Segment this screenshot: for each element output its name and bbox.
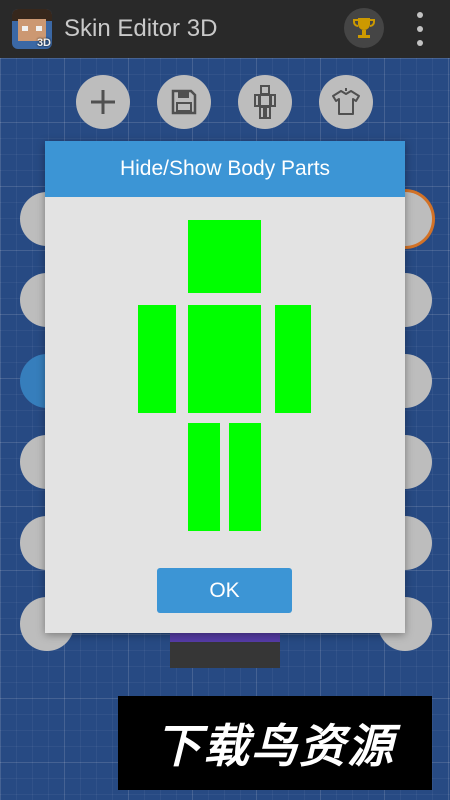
- body-parts-dialog: Hide/Show Body Parts OK: [45, 141, 405, 633]
- body-part-left-leg[interactable]: [229, 423, 261, 531]
- ok-button[interactable]: OK: [157, 568, 292, 613]
- body-part-right-leg[interactable]: [188, 423, 220, 531]
- body-part-head[interactable]: [188, 220, 261, 293]
- dialog-title: Hide/Show Body Parts: [45, 141, 405, 197]
- body-part-body[interactable]: [188, 305, 261, 413]
- body-part-right-arm[interactable]: [138, 305, 176, 413]
- watermark-text: 下载鸟资源: [155, 719, 395, 773]
- body-part-left-arm[interactable]: [275, 305, 311, 413]
- watermark-banner: 下载鸟资源: [118, 696, 432, 790]
